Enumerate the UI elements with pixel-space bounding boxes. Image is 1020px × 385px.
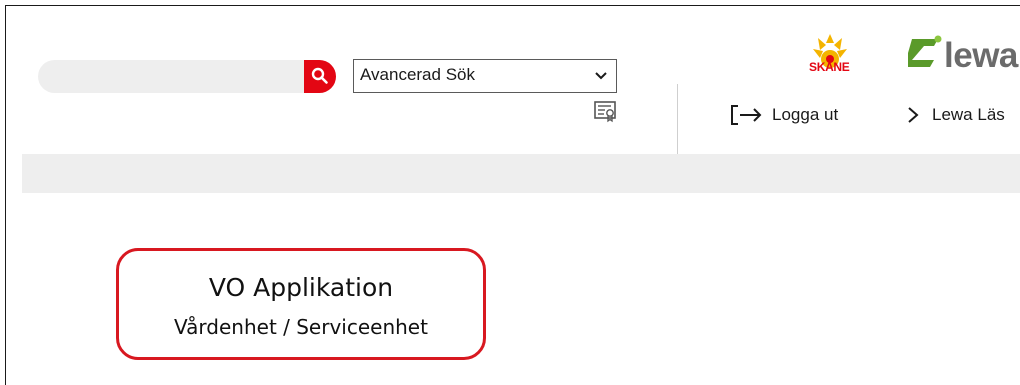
app-title: VO Applikation: [208, 273, 394, 302]
skane-logo-text: SKÅNE: [809, 60, 850, 74]
lewa-las-label: Lewa Läs: [932, 105, 1005, 124]
app-subtitle: Vårdenhet / Serviceenhet: [174, 315, 428, 339]
chevron-down-icon: [595, 72, 607, 80]
search-bar: [38, 60, 336, 93]
lewa-logo-text: lewa: [944, 36, 1018, 75]
logout-arrow-icon: [731, 105, 762, 125]
logout-label: Logga ut: [772, 105, 839, 124]
lewa-logo-icon: [908, 35, 942, 67]
advanced-search-select[interactable]: Avancerad Sök: [353, 59, 617, 93]
navigation-band: [22, 154, 1020, 193]
certificate-icon[interactable]: [594, 101, 618, 123]
search-icon: [311, 67, 328, 84]
logout-link[interactable]: Logga ut: [730, 102, 838, 128]
search-button[interactable]: [304, 60, 336, 93]
lewa-las-link[interactable]: Lewa Läs: [906, 102, 1005, 128]
advanced-search-label: Avancerad Sök: [360, 65, 475, 84]
app-card-vo-applikation[interactable]: VO Applikation Vårdenhet / Serviceenhet: [116, 248, 486, 360]
header-divider: [677, 84, 678, 154]
search-input[interactable]: [38, 60, 288, 93]
chevron-right-icon: [908, 107, 919, 123]
